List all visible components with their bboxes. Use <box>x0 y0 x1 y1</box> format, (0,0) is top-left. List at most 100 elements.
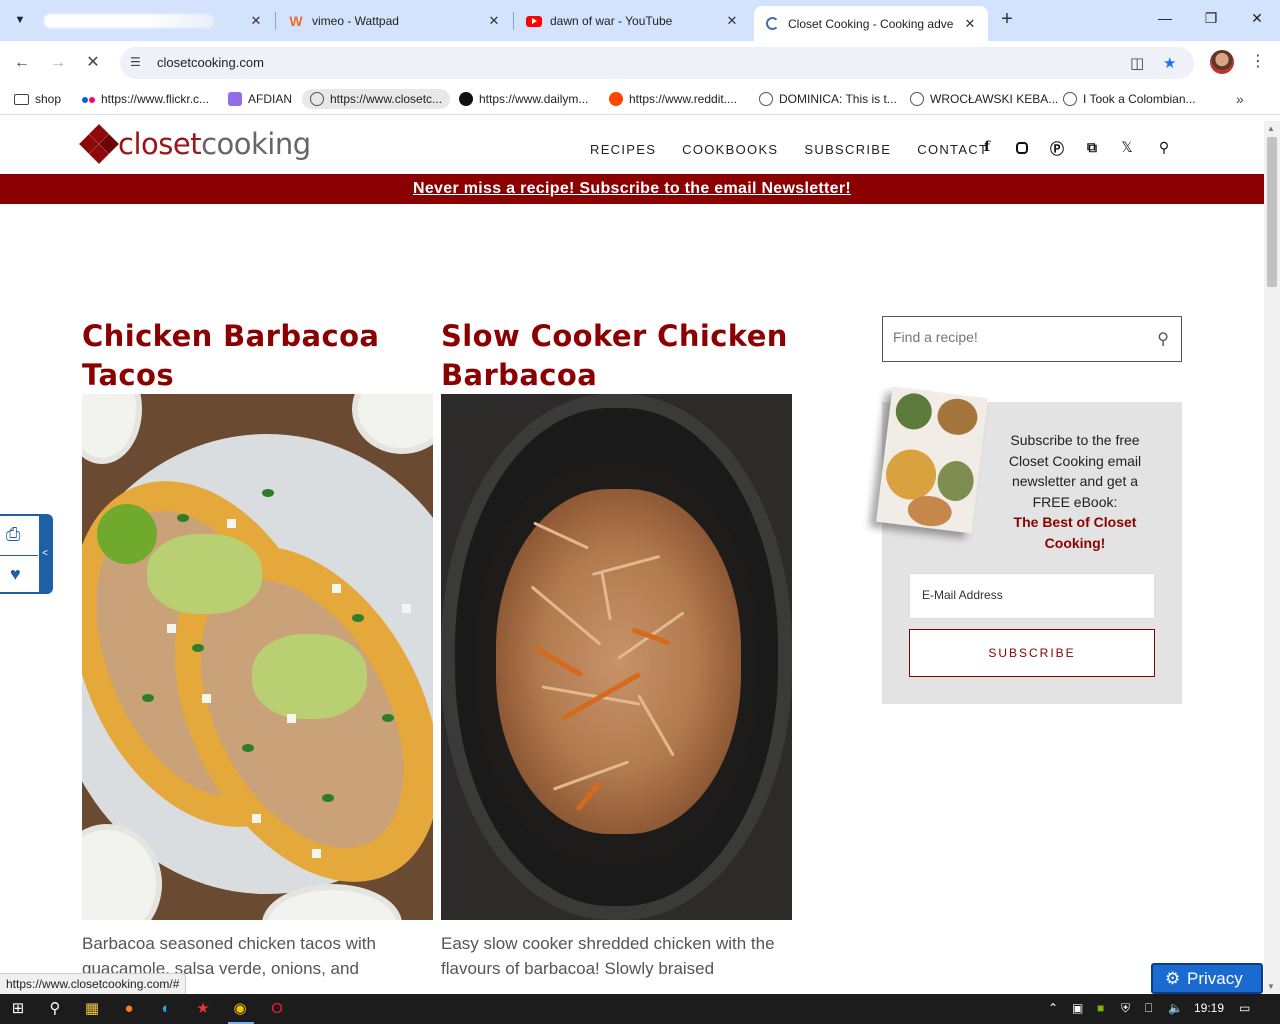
menu-kebab-icon[interactable]: ⋮ <box>1250 51 1266 71</box>
recipe-title[interactable]: Chicken Barbacoa Tacos <box>82 317 433 395</box>
nav-cookbooks[interactable]: COOKBOOKS <box>682 142 778 157</box>
page-scrollbar[interactable]: ▲ ▼ <box>1264 121 1280 994</box>
bookmark-closetcooking[interactable]: https://www.closetc... <box>302 89 451 109</box>
privacy-button[interactable]: ⚙ Privacy <box>1151 963 1263 994</box>
site-header: closetcooking RECIPES COOKBOOKS SUBSCRIB… <box>0 121 1264 173</box>
site-logo[interactable]: closetcooking <box>79 124 311 164</box>
instagram-icon[interactable] <box>1013 139 1031 155</box>
tab-strip: ▼ ✕ W vimeo - Wattpad ✕ dawn of war - Yo… <box>0 0 1280 41</box>
ebook-cover-image <box>876 386 988 534</box>
tab-youtube[interactable]: dawn of war - YouTube ✕ <box>516 6 750 36</box>
email-field[interactable]: E-Mail Address <box>909 573 1155 619</box>
print-recipe-icon[interactable]: ⎙ <box>6 524 20 545</box>
subscribe-button[interactable]: SUBSCRIBE <box>909 629 1155 677</box>
scroll-up-arrow-icon[interactable]: ▲ <box>1267 124 1275 133</box>
close-window-icon[interactable]: ✕ <box>1247 10 1267 27</box>
wattpad-icon: W <box>289 13 303 29</box>
minimize-icon[interactable]: — <box>1155 10 1175 26</box>
bookmark-dailymotion[interactable]: https://www.dailym... <box>459 92 588 106</box>
recipe-card: Slow Cooker Chicken Barbacoa Easy slow c… <box>441 317 792 978</box>
newsletter-banner-link[interactable]: Never miss a recipe! Subscribe to the em… <box>413 180 851 197</box>
scroll-thumb[interactable] <box>1267 137 1277 287</box>
close-tab-icon[interactable]: ✕ <box>486 13 502 29</box>
more-bookmarks-icon[interactable]: » <box>1236 91 1244 107</box>
address-bar[interactable]: ☰ closetcooking.com ◫ ★ <box>120 47 1194 79</box>
nav-subscribe[interactable]: SUBSCRIBE <box>804 142 891 157</box>
heart-icon[interactable]: ♥ <box>10 564 21 585</box>
tray-app-icon[interactable]: ▣ <box>1072 1001 1083 1015</box>
tab-closetcooking[interactable]: Closet Cooking - Cooking adve ✕ <box>754 6 988 41</box>
gear-icon: ⚙ <box>1165 969 1181 988</box>
windows-start-icon[interactable]: ⊞ <box>8 999 28 1019</box>
collapse-widget-icon[interactable]: < <box>39 516 51 592</box>
recipe-title[interactable]: Slow Cooker Chicken Barbacoa <box>441 317 792 395</box>
close-tab-icon[interactable]: ✕ <box>724 13 740 29</box>
edge-icon[interactable]: ◐ <box>156 999 176 1019</box>
bookmark-reddit[interactable]: https://www.reddit.... <box>609 92 737 106</box>
bookmark-label: https://www.flickr.c... <box>101 92 210 106</box>
pinterest-icon[interactable]: Ⓟ <box>1048 139 1066 159</box>
bookmark-colombian[interactable]: I Took a Colombian... <box>1063 92 1196 106</box>
network-icon[interactable]: ⎕ <box>1145 1001 1152 1016</box>
volume-icon[interactable]: 🔈 <box>1168 1001 1183 1015</box>
close-tab-icon[interactable]: ✕ <box>962 16 978 32</box>
site-info-icon[interactable]: ☰ <box>130 55 141 69</box>
file-explorer-icon[interactable]: ▦ <box>82 999 102 1019</box>
reddit-icon <box>609 92 623 106</box>
bookmark-kebab[interactable]: WROCŁAWSKI KEBA... <box>910 92 1058 106</box>
security-shield-icon[interactable]: ⛨ <box>1121 1001 1130 1016</box>
bookmark-label: AFDIAN <box>248 92 293 106</box>
clock[interactable]: 19:19 <box>1194 1001 1224 1015</box>
widget-divider <box>0 555 38 556</box>
tab-blurred[interactable]: ✕ <box>38 6 274 36</box>
windows-taskbar: ⊞ ⚲ ▦ ● ◐ ★ ◉ O ⌃ ▣ ■ ⛨ ⎕ 🔈 19:19 ▭ <box>0 994 1280 1024</box>
globe-icon <box>310 92 324 106</box>
new-tab-icon[interactable]: + <box>996 9 1018 31</box>
x-icon[interactable]: 𝕏 <box>1118 139 1136 156</box>
restore-icon[interactable]: ❐ <box>1201 10 1221 27</box>
firefox-icon[interactable]: ● <box>119 999 139 1019</box>
recipe-search-input[interactable] <box>893 329 1143 345</box>
status-bar-url: https://www.closetcooking.com/# <box>0 973 187 994</box>
tab-title: vimeo - Wattpad <box>312 14 399 28</box>
tab-search-chevron-icon[interactable]: ▼ <box>6 7 34 33</box>
afdian-icon <box>228 92 242 106</box>
floating-save-widget: ⎙ ♥ < <box>0 514 53 594</box>
chrome-icon[interactable]: ◉ <box>230 999 250 1019</box>
bookmark-shop[interactable]: shop <box>14 92 61 106</box>
bookmark-flickr[interactable]: https://www.flickr.c... <box>82 92 209 106</box>
bookmark-afdian[interactable]: AFDIAN <box>228 92 292 106</box>
nvidia-icon[interactable]: ■ <box>1097 1001 1104 1015</box>
youtube-icon <box>526 13 542 29</box>
forward-icon[interactable]: → <box>47 52 69 74</box>
recipe-image-slow-cooker[interactable] <box>441 394 792 920</box>
profile-avatar[interactable] <box>1210 50 1234 74</box>
search-icon[interactable]: ⚲ <box>45 999 65 1019</box>
app-red-star-icon[interactable]: ★ <box>193 999 213 1019</box>
opera-icon[interactable]: O <box>267 999 287 1019</box>
tab-wattpad[interactable]: W vimeo - Wattpad ✕ <box>278 6 512 36</box>
close-tab-icon[interactable]: ✕ <box>248 13 264 29</box>
url-text[interactable]: closetcooking.com <box>157 55 264 70</box>
bookmarks-bar: shop https://www.flickr.c... AFDIAN http… <box>0 85 1280 115</box>
scroll-down-arrow-icon[interactable]: ▼ <box>1267 982 1275 991</box>
recipe-search: ⚲ <box>882 316 1182 362</box>
search-submit-icon[interactable]: ⚲ <box>1157 329 1169 349</box>
bookmark-label: https://www.closetc... <box>330 92 443 106</box>
back-icon[interactable]: ← <box>11 52 33 74</box>
tray-overflow-icon[interactable]: ⌃ <box>1048 1001 1058 1015</box>
notifications-icon[interactable]: ▭ <box>1239 1001 1250 1015</box>
bookmark-star-icon[interactable]: ★ <box>1163 54 1176 72</box>
bookmark-dominica[interactable]: DOMINICA: This is t... <box>759 92 897 106</box>
nav-recipes[interactable]: RECIPES <box>590 142 656 157</box>
newsletter-description: Subscribe to the free Closet Cooking ema… <box>998 430 1152 553</box>
rss-icon[interactable]: ⧉ <box>1083 139 1101 156</box>
tab-title: Closet Cooking - Cooking adve <box>788 16 954 31</box>
globe-icon <box>910 92 924 106</box>
recipe-image-tacos[interactable] <box>82 394 433 920</box>
facebook-icon[interactable]: f <box>978 139 996 155</box>
tab-separator <box>275 12 276 30</box>
search-icon[interactable]: ⚲ <box>1155 139 1173 156</box>
stop-loading-icon[interactable]: ✕ <box>82 52 104 74</box>
translate-icon[interactable]: ◫ <box>1130 54 1144 72</box>
